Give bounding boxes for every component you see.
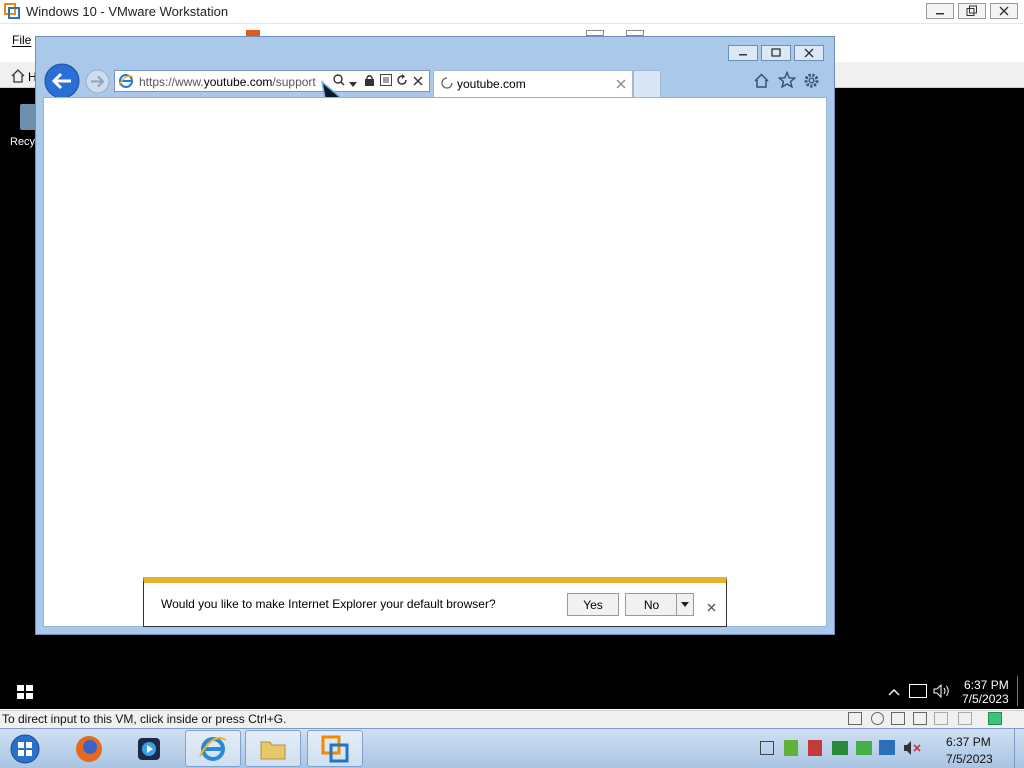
search-dropdown-icon[interactable] bbox=[349, 77, 357, 91]
stop-icon[interactable] bbox=[413, 75, 423, 89]
home-icon[interactable] bbox=[753, 72, 770, 92]
minimize-button[interactable] bbox=[926, 3, 954, 19]
host-clock-time[interactable]: 6:37 PM bbox=[946, 735, 991, 749]
compatibility-view-icon[interactable] bbox=[380, 74, 392, 89]
forward-arrow-icon bbox=[85, 69, 110, 94]
ie-close-button[interactable] bbox=[794, 45, 824, 61]
dropdown-arrow-icon bbox=[681, 601, 689, 607]
refresh-icon[interactable] bbox=[396, 74, 408, 89]
host-show-desktop[interactable] bbox=[1014, 729, 1024, 768]
yes-button[interactable]: Yes bbox=[567, 593, 619, 616]
vm-device-cd-icon[interactable] bbox=[871, 712, 884, 725]
vm-message-icon[interactable] bbox=[988, 712, 1002, 725]
tray-chat-icon[interactable] bbox=[856, 741, 872, 755]
menu-file[interactable]: File bbox=[12, 33, 31, 47]
firefox-icon bbox=[76, 735, 102, 762]
window-title: Windows 10 - VMware Workstation bbox=[26, 4, 229, 19]
close-icon bbox=[804, 48, 814, 58]
back-button[interactable] bbox=[44, 63, 80, 99]
no-options-dropdown[interactable] bbox=[676, 593, 694, 616]
guest-show-desktop[interactable] bbox=[1017, 676, 1018, 706]
tab-title: youtube.com bbox=[457, 77, 526, 91]
url-text[interactable]: https://www.youtube.com/support bbox=[139, 75, 325, 89]
tab-loading-icon bbox=[441, 77, 453, 92]
tab-close-icon[interactable] bbox=[616, 78, 626, 92]
guest-clock-date: 7/5/2023 bbox=[962, 692, 1009, 706]
vmware-logo-icon bbox=[4, 3, 20, 19]
ie-minimize-button[interactable] bbox=[728, 45, 758, 61]
tray-show-icons[interactable] bbox=[760, 741, 774, 755]
close-button[interactable] bbox=[990, 3, 1018, 19]
vm-device-disk-icon[interactable] bbox=[848, 712, 862, 725]
guest-tray-chevron-icon[interactable] bbox=[888, 686, 900, 700]
tray-utorrent-icon[interactable] bbox=[784, 740, 798, 756]
notification-close-icon[interactable] bbox=[707, 601, 716, 615]
media-player-icon bbox=[138, 737, 160, 760]
ie-page-icon bbox=[118, 73, 134, 92]
tools-gear-icon[interactable] bbox=[803, 72, 820, 92]
taskbar-internet-explorer[interactable] bbox=[185, 730, 241, 767]
guest-volume-icon[interactable] bbox=[933, 683, 951, 701]
guest-clock-time: 6:37 PM bbox=[964, 678, 1009, 692]
guest-taskbar bbox=[0, 673, 1024, 709]
recycle-bin-label: Recy bbox=[10, 136, 36, 148]
vm-device-usb-icon[interactable] bbox=[958, 712, 972, 725]
lock-icon[interactable] bbox=[364, 74, 375, 90]
restore-icon bbox=[966, 5, 977, 16]
restore-button[interactable] bbox=[958, 3, 986, 19]
host-start-button[interactable] bbox=[3, 730, 47, 767]
folder-icon bbox=[260, 741, 286, 759]
back-arrow-icon bbox=[44, 63, 80, 99]
vm-status-text: To direct input to this VM, click inside… bbox=[2, 712, 287, 726]
tray-security-icon[interactable] bbox=[808, 740, 822, 756]
page-content[interactable] bbox=[43, 97, 827, 627]
maximize-icon bbox=[771, 48, 781, 57]
tray-volume-muted-icon[interactable] bbox=[903, 740, 921, 759]
no-button[interactable]: No bbox=[625, 593, 677, 616]
vm-device-network-icon[interactable] bbox=[891, 712, 905, 725]
internet-explorer-icon bbox=[199, 736, 227, 761]
guest-network-icon[interactable] bbox=[909, 684, 927, 698]
forward-button[interactable] bbox=[85, 69, 110, 94]
guest-start-icon[interactable] bbox=[17, 685, 33, 699]
tray-app-icon[interactable] bbox=[832, 741, 848, 755]
tray-network-icon[interactable] bbox=[879, 740, 895, 755]
taskbar-vmware[interactable] bbox=[307, 730, 363, 767]
vm-device-printer-icon[interactable] bbox=[913, 712, 927, 725]
notification-message: Would you like to make Internet Explorer… bbox=[161, 597, 496, 611]
vmware-icon bbox=[321, 735, 349, 762]
close-icon bbox=[999, 6, 1009, 16]
windows-logo-icon bbox=[10, 734, 40, 763]
home-tab-icon[interactable] bbox=[10, 68, 26, 84]
minimize-icon bbox=[936, 13, 944, 15]
vm-device-sound-icon[interactable] bbox=[934, 712, 948, 725]
taskbar-firefox[interactable] bbox=[61, 730, 117, 767]
taskbar-file-explorer[interactable] bbox=[245, 730, 301, 767]
host-clock-date[interactable]: 7/5/2023 bbox=[946, 752, 993, 766]
minimize-icon bbox=[739, 54, 747, 56]
ie-maximize-button[interactable] bbox=[761, 45, 791, 61]
favorites-star-icon[interactable] bbox=[777, 70, 797, 92]
new-tab-button[interactable] bbox=[633, 70, 661, 97]
taskbar-media-player[interactable] bbox=[121, 730, 177, 767]
